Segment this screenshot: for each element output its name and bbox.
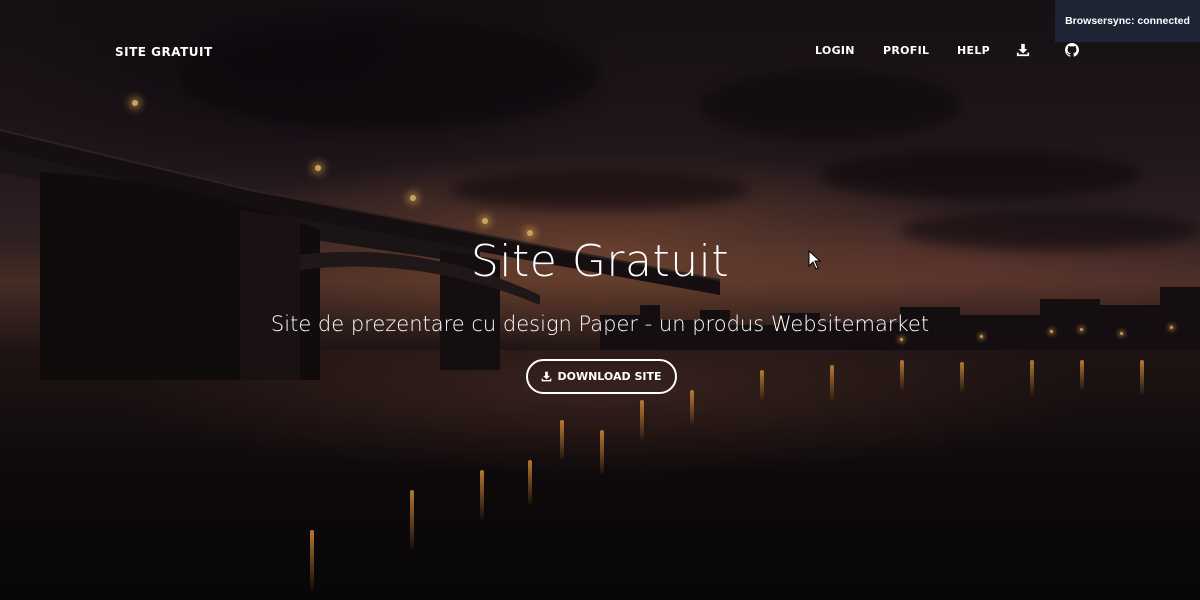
- nav-link-help[interactable]: HELP: [957, 44, 990, 57]
- nav-links: LOGIN PROFIL HELP: [0, 42, 1200, 64]
- download-site-label: DOWNLOAD SITE: [557, 370, 662, 383]
- browsersync-notification: Browsersync: connected: [1055, 0, 1200, 42]
- hero-subtitle: Site de prezentare cu design Paper - un …: [270, 312, 930, 336]
- github-icon[interactable]: [1065, 42, 1081, 58]
- hero-section: SITE GRATUIT LOGIN PROFIL HELP Site Grat…: [0, 0, 1200, 600]
- download-site-button[interactable]: DOWNLOAD SITE: [526, 359, 677, 394]
- nav-link-profil[interactable]: PROFIL: [883, 44, 929, 57]
- download-icon: [542, 371, 552, 382]
- hero-title: Site Gratuit: [470, 236, 730, 287]
- nav-link-login[interactable]: LOGIN: [815, 44, 855, 57]
- mouse-cursor-icon: [808, 250, 822, 270]
- top-navbar: SITE GRATUIT LOGIN PROFIL HELP: [0, 0, 1200, 105]
- download-icon[interactable]: [1016, 42, 1032, 58]
